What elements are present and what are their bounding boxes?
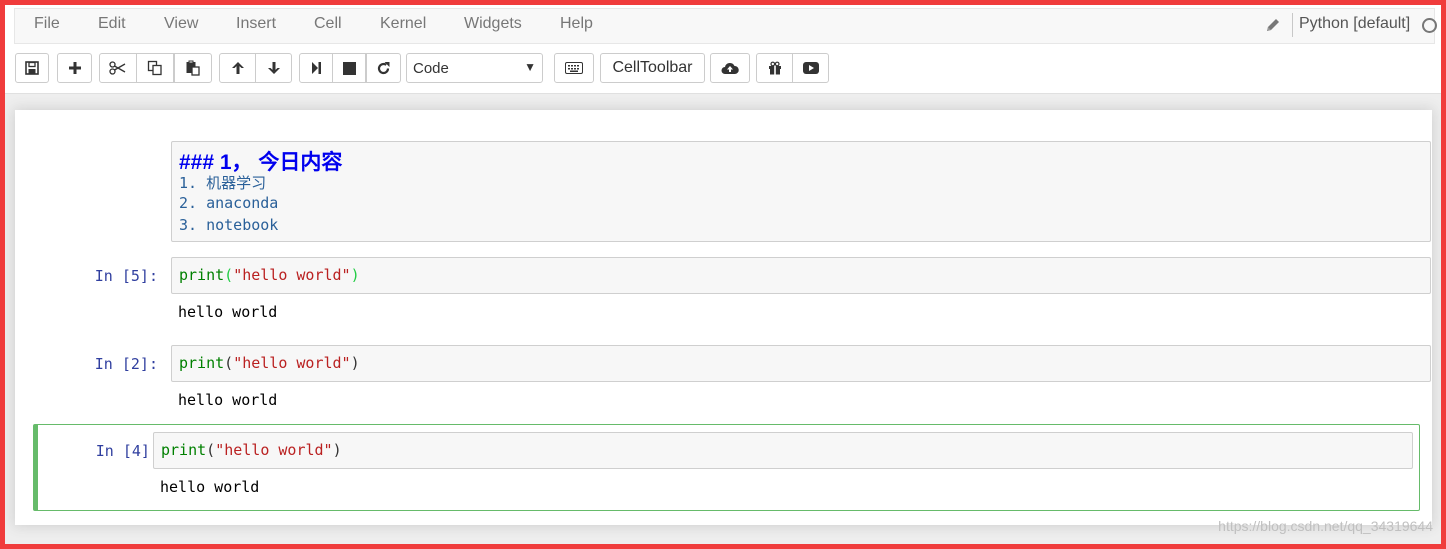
save-icon (25, 61, 39, 75)
code-editor[interactable]: print("hello world") (153, 432, 1413, 469)
input-prompt: In [5]: (94, 267, 158, 285)
cell-type-select[interactable]: Code ▼ (406, 53, 543, 83)
menu-cell[interactable]: Cell (314, 9, 342, 43)
paste-button[interactable] (174, 53, 212, 83)
code-cell-selected[interactable]: In [4]: print("hello world") hello world (33, 424, 1420, 511)
notebook-container: ### 1， 今日内容 1. 机器学习 2. anaconda 3. noteb… (15, 110, 1432, 525)
menu-file[interactable]: File (34, 9, 60, 43)
code-editor[interactable]: print("hello world") (171, 345, 1431, 382)
plus-icon (68, 62, 81, 74)
scissors-icon (109, 61, 126, 75)
markdown-editor[interactable]: ### 1， 今日内容 1. 机器学习 2. anaconda 3. noteb… (171, 141, 1431, 242)
watermark: https://blog.csdn.net/qq_34319644 (1218, 518, 1433, 534)
input-prompt: In [4]: (95, 442, 159, 460)
arrow-down-icon (267, 62, 280, 74)
dropdown-caret-icon: ▼ (524, 60, 536, 74)
gift-icon (768, 61, 781, 75)
copy-button[interactable] (136, 53, 174, 83)
code-cell[interactable]: In [5]: print("hello world") hello world (33, 251, 1431, 326)
cloud-upload-icon (721, 62, 739, 74)
code-line: print("hello world") (179, 354, 360, 372)
code-line: print("hello world") (161, 441, 342, 459)
keyboard-icon (565, 62, 583, 74)
kernel-divider (1292, 13, 1293, 37)
code-editor[interactable]: print("hello world") (171, 257, 1431, 294)
menubar: File Edit View Insert Cell Kernel Widget… (14, 8, 1437, 44)
cut-button[interactable] (99, 53, 137, 83)
save-button[interactable] (15, 53, 49, 83)
kernel-idle-indicator-icon (1422, 18, 1437, 33)
menu-widgets[interactable]: Widgets (464, 9, 522, 43)
play-icon (802, 62, 819, 74)
copy-icon (147, 60, 162, 76)
command-palette-button[interactable] (554, 53, 594, 83)
gift-button[interactable] (756, 53, 793, 83)
cell-type-value: Code (413, 60, 449, 77)
menu-view[interactable]: View (164, 9, 198, 43)
menu-kernel[interactable]: Kernel (380, 9, 426, 43)
insert-cell-button[interactable] (57, 53, 92, 83)
celltoolbar-button[interactable]: CellToolbar (600, 53, 705, 83)
interrupt-kernel-button[interactable] (332, 53, 366, 83)
restart-icon (377, 61, 390, 74)
move-up-button[interactable] (219, 53, 256, 83)
notebook-window: File Edit View Insert Cell Kernel Widget… (0, 0, 1446, 549)
input-prompt: In [2]: (94, 355, 158, 373)
markdown-cell[interactable]: ### 1， 今日内容 1. 机器学习 2. anaconda 3. noteb… (33, 134, 1431, 242)
markdown-list-item: 3. notebook (179, 216, 279, 234)
restart-kernel-button[interactable] (366, 53, 401, 83)
paste-icon (186, 60, 200, 76)
cell-output: hello world (178, 303, 278, 321)
upload-button[interactable] (710, 53, 750, 83)
header: File Edit View Insert Cell Kernel Widget… (5, 5, 1441, 94)
code-line: print("hello world") (179, 266, 360, 284)
arrow-up-icon (231, 62, 244, 74)
menu-edit[interactable]: Edit (98, 9, 126, 43)
stop-icon (342, 61, 356, 75)
step-forward-icon (312, 62, 321, 74)
cell-output: hello world (160, 478, 260, 496)
run-cell-button[interactable] (299, 53, 333, 83)
cell-output: hello world (178, 391, 278, 409)
present-button[interactable] (792, 53, 829, 83)
kernel-name[interactable]: Python [default] (1299, 9, 1410, 39)
menu-help[interactable]: Help (560, 9, 593, 43)
move-down-button[interactable] (255, 53, 292, 83)
markdown-list-item: 1. 机器学习 (179, 174, 267, 192)
pencil-icon[interactable] (1265, 17, 1281, 33)
menu-insert[interactable]: Insert (236, 9, 276, 43)
markdown-list-item: 2. anaconda (179, 194, 279, 212)
code-cell[interactable]: In [2]: print("hello world") hello world (33, 339, 1431, 414)
